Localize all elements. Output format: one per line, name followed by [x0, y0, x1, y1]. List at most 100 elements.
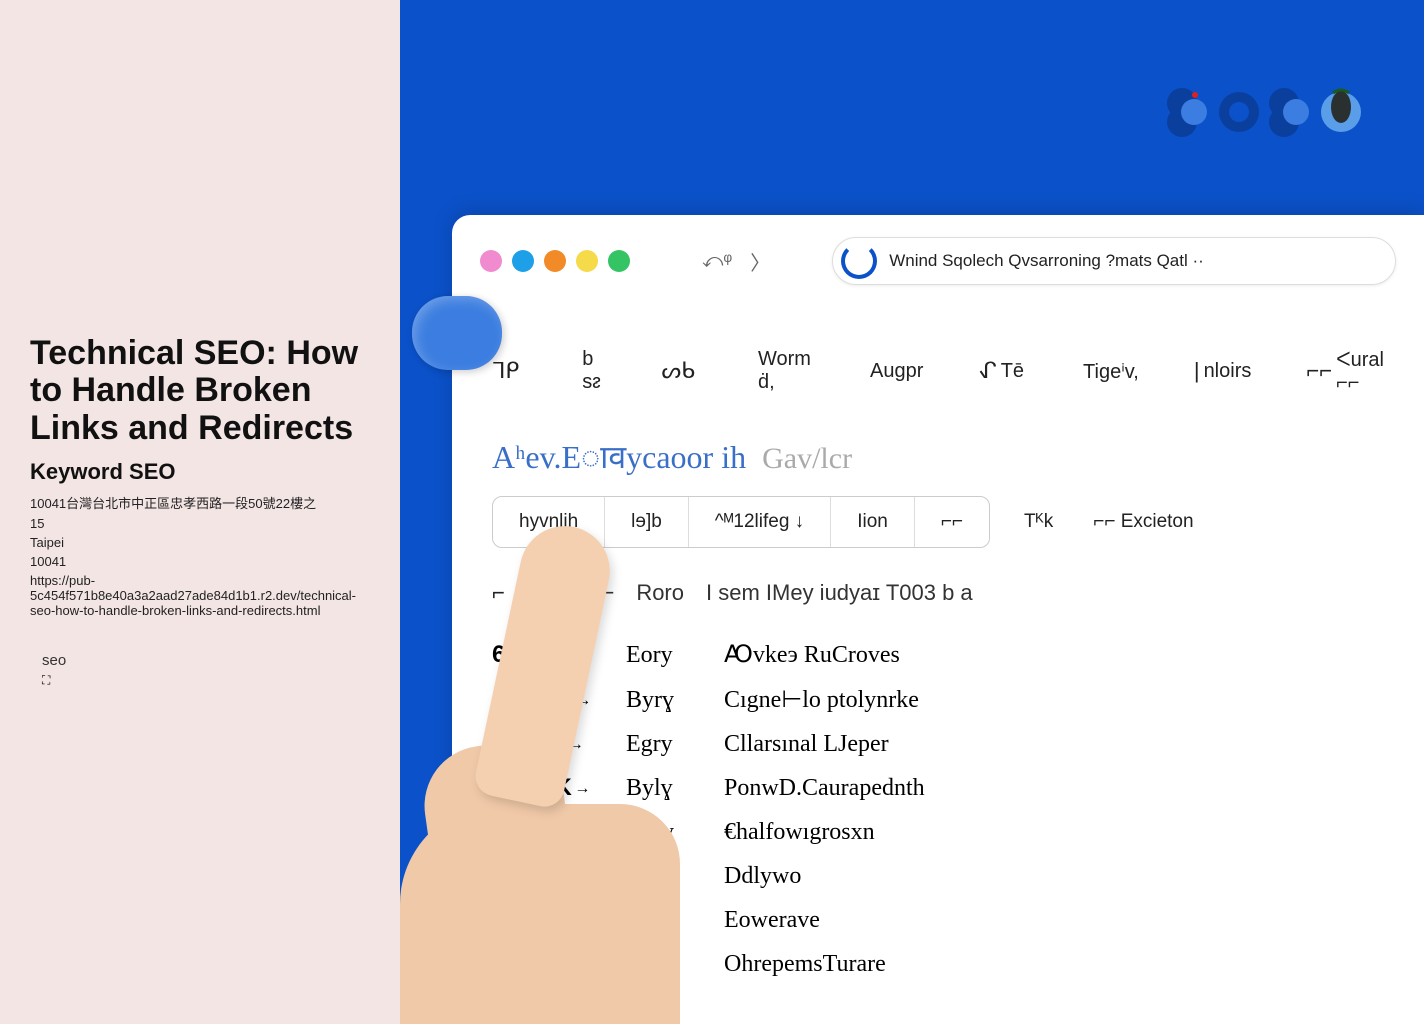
- meta-line: Taipei: [30, 535, 370, 550]
- row-code: Eory: [626, 642, 696, 669]
- list-item[interactable]: 68 00K→ Eory Ꜵvkeэ RuCroves: [492, 632, 1384, 677]
- row-number: 80 00K→: [492, 774, 598, 802]
- list-subhead: ⌐ Hiy oun⌐ Roro I sem IMey iudyaɪ T003 b…: [452, 568, 1424, 632]
- filter-row: hyvnlih lɘ]b ^ᴹ12lifeg ↓ Iion ⌐⌐ Tᴷk ⌐⌐ …: [452, 496, 1424, 568]
- row-number: 80 00K→: [492, 950, 598, 978]
- row-code: Bory: [626, 907, 696, 934]
- subhead-col: Roro: [636, 580, 684, 606]
- blue-pill-decoration: [412, 296, 502, 370]
- browser-window: ⤺ᵠ 〉 Wnind Sqolech Qvsarroning ?mats Qat…: [452, 215, 1424, 1024]
- address-text: Wnind Sqolech Qvsarroning ?mats Qatl ··: [889, 251, 1204, 271]
- nav-controls: ⤺ᵠ 〉: [702, 247, 770, 276]
- arrow-icon: →: [574, 912, 591, 929]
- row-number: 1.3 00ᴷ→: [492, 686, 598, 714]
- filter-action[interactable]: ⌐⌐ Excieton: [1093, 511, 1193, 533]
- traffic-lights: [480, 250, 630, 272]
- row-desc: Eowerave: [724, 907, 820, 934]
- logo-glyph: [1268, 85, 1313, 140]
- filter-tab[interactable]: ^ᴹ12lifeg ↓: [689, 497, 831, 547]
- back-icon[interactable]: ⤺ᵠ: [702, 250, 732, 273]
- meta-url: https://pub-5c454f571b8e40a3a2aad27ade84…: [30, 573, 370, 618]
- browser-bar: ⤺ᵠ 〉 Wnind Sqolech Qvsarroning ?mats Qat…: [452, 215, 1424, 307]
- arrow-icon: →: [574, 647, 591, 664]
- nav-tab[interactable]: |nloirs: [1194, 358, 1252, 384]
- subhead-text: I sem IMey iudyaɪ T003 b a: [706, 580, 973, 606]
- filter-actions: Tᴷk ⌐⌐ Excieton: [1004, 496, 1214, 548]
- row-code: Egry: [626, 731, 696, 758]
- row-code: Byrɣ: [626, 687, 696, 714]
- nav-tab[interactable]: ᒣᑭ: [492, 358, 523, 384]
- left-panel: Technical SEO: How to Handle Broken Link…: [0, 0, 400, 1024]
- filter-tab[interactable]: ⌐⌐: [915, 497, 989, 547]
- row-code: Rylɣ: [626, 863, 696, 890]
- logo-area: [1166, 85, 1364, 140]
- row-code: Bylɣ: [626, 775, 696, 802]
- nav-tab[interactable]: ᖋTē: [978, 358, 1024, 384]
- row-desc: Ꜵvkeэ RuCroves: [724, 640, 900, 669]
- subhead-col: Hiy oun⌐: [527, 580, 614, 606]
- row-number: 8I 00K→: [492, 730, 598, 758]
- forward-icon[interactable]: 〉: [750, 247, 770, 276]
- row-number: 8E 00K→: [492, 994, 598, 1022]
- arrow-icon: →: [575, 692, 592, 709]
- nav-tab[interactable]: Worm ḋ,: [754, 348, 811, 394]
- meta-line: 10041台灣台北市中正區忠孝西路一段50號22樓之: [30, 493, 370, 512]
- meta-line: 10041: [30, 554, 370, 569]
- row-number: 82 00K→: [492, 818, 598, 846]
- dot-pink[interactable]: [480, 250, 502, 272]
- arrow-icon: →: [574, 824, 591, 841]
- row-desc: Cllarsınal LJeper: [724, 731, 889, 758]
- dot-green[interactable]: [608, 250, 630, 272]
- filter-tabs: hyvnlih lɘ]b ^ᴹ12lifeg ↓ Iion ⌐⌐: [492, 496, 990, 548]
- row-code: Bury: [626, 819, 696, 846]
- row-number: 68 00K→: [492, 641, 598, 669]
- filter-tab[interactable]: hyvnlih: [493, 497, 605, 547]
- heading-sub: Gav/lcr: [762, 442, 852, 476]
- row-number: 32 00K→: [492, 906, 598, 934]
- nav-tab[interactable]: Auɡpr: [866, 360, 923, 383]
- row-desc: Ddlywo: [724, 863, 801, 890]
- data-rows: 68 00K→EoryꜴvkeэ RuCroves 1.3 00ᴷ→ByrɣCı…: [452, 632, 1424, 1024]
- page-subtitle: Keyword SEO: [30, 459, 370, 485]
- row-number: 17 004→: [492, 862, 598, 890]
- nav-tab[interactable]: ⌐⌐ᐸural ⌐⌐: [1306, 347, 1384, 395]
- arrow-icon: →: [574, 780, 591, 797]
- right-panel: ⤺ᵠ 〉 Wnind Sqolech Qvsarroning ?mats Qat…: [400, 0, 1424, 1024]
- filter-tab[interactable]: lɘ]b: [605, 497, 689, 547]
- filter-action[interactable]: Tᴷk: [1024, 511, 1053, 533]
- logo-glyph: [1166, 85, 1211, 140]
- row-desc: PonwD.Caurapednth: [724, 775, 925, 802]
- heading-main: Aʰev.Eावycaoor ih: [492, 435, 746, 478]
- address-bar[interactable]: Wnind Sqolech Qvsarroning ?mats Qatl ··: [832, 237, 1396, 285]
- tag-box: seo ⛶: [30, 652, 370, 689]
- list-item[interactable]: 80 00K→ Bylɣ PonwD.Caurapednth: [492, 766, 1384, 810]
- list-item[interactable]: 17 004→ Rylɣ Ddlywo: [492, 854, 1384, 898]
- list-item[interactable]: 80 00K→ Nıllv OhrepemsTurare: [492, 942, 1384, 986]
- page-title: Technical SEO: How to Handle Broken Link…: [30, 335, 370, 447]
- nav-tabs: ᒣᑭ b sᴤ ᔕᑲ Worm ḋ, Auɡpr ᖋTē Tigeⁱv, |nl…: [452, 307, 1424, 419]
- meta-line: 15: [30, 516, 370, 531]
- tag-text: seo: [42, 652, 370, 669]
- crop-icon: ⛶: [42, 673, 50, 688]
- dot-yellow[interactable]: [576, 250, 598, 272]
- nav-tab[interactable]: ᔕᑲ: [662, 358, 699, 384]
- subhead-glyph: ⌐: [492, 580, 505, 606]
- list-item[interactable]: 1.3 00ᴷ→ByrɣCıgne⊢lo ptolynrke: [492, 677, 1384, 722]
- filter-tab[interactable]: Iion: [831, 497, 915, 547]
- dot-blue[interactable]: [512, 250, 534, 272]
- arrow-icon: →: [568, 736, 585, 753]
- list-item[interactable]: 8I 00K→ Egry Cllarsınal LJeper: [492, 722, 1384, 766]
- arrow-icon: →: [570, 868, 587, 885]
- list-item[interactable]: 82 00K→ Bury €halfowıgrosxn: [492, 810, 1384, 854]
- list-item[interactable]: 8E 00K→: [492, 986, 1384, 1024]
- page-heading-row: Aʰev.Eावycaoor ih Gav/lcr: [452, 419, 1424, 496]
- row-desc: €halfowıgrosxn: [724, 819, 875, 846]
- nav-tab[interactable]: Tigeⁱv,: [1079, 359, 1139, 384]
- logo-glyph: [1319, 85, 1364, 140]
- nav-tab[interactable]: b sᴤ: [578, 348, 606, 394]
- row-code: Nıllv: [626, 951, 696, 978]
- dot-orange[interactable]: [544, 250, 566, 272]
- loading-spinner-icon: [841, 243, 877, 279]
- row-desc: OhrepemsTurare: [724, 951, 886, 978]
- list-item[interactable]: 32 00K→ Bory Eowerave: [492, 898, 1384, 942]
